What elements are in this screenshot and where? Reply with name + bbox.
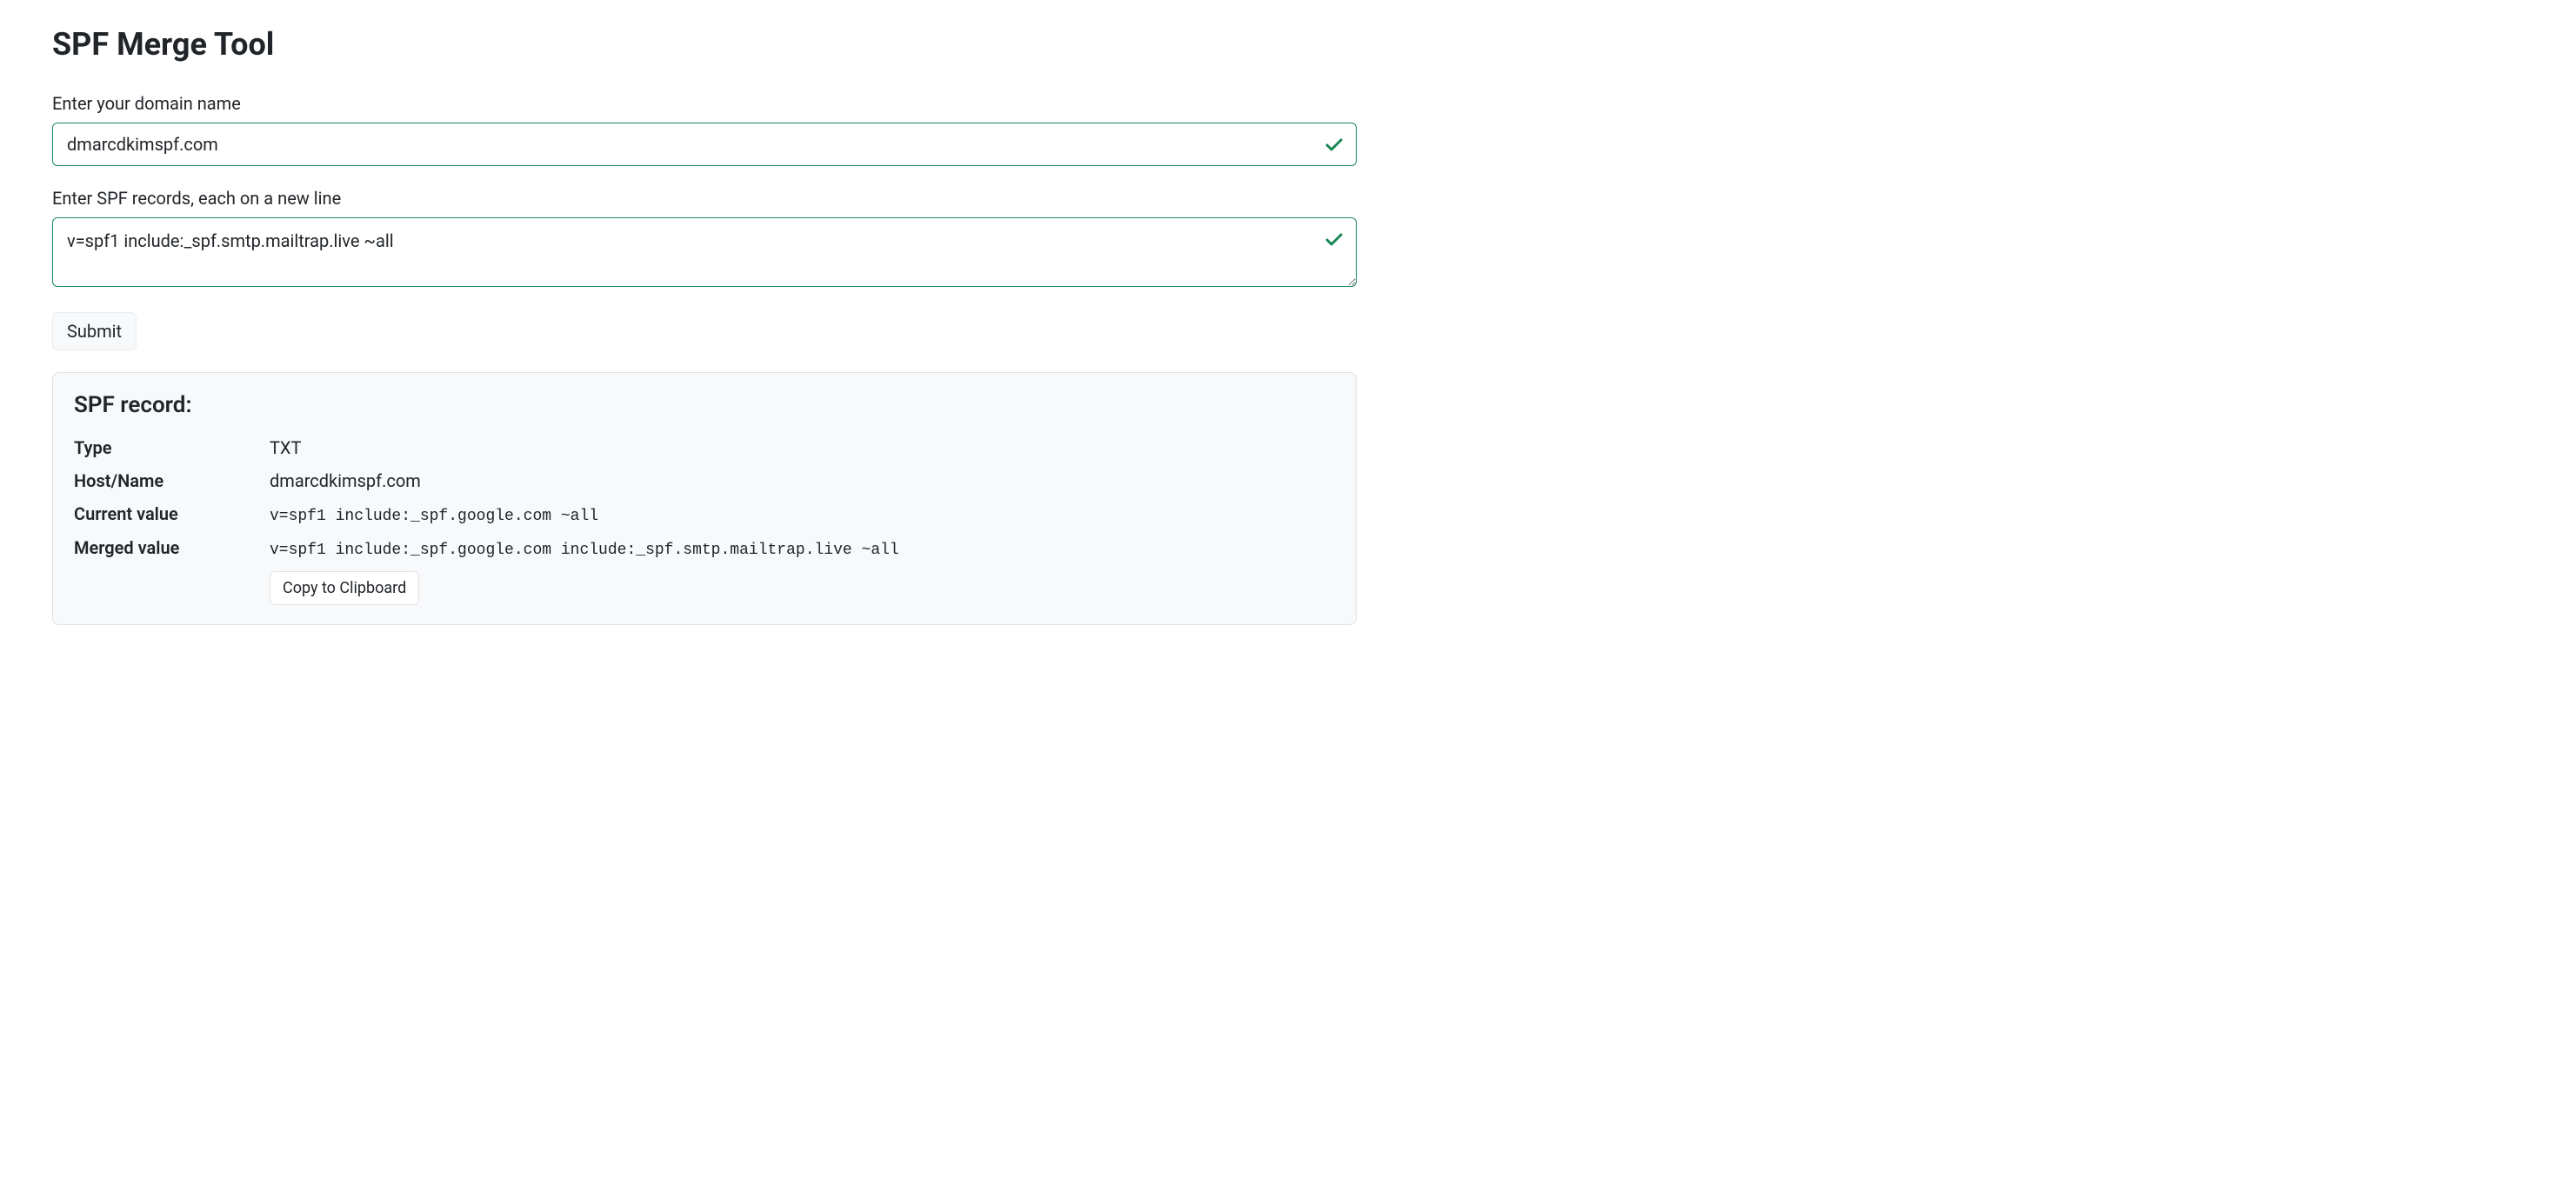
result-card: SPF record: Type TXT Host/Name dmarcdkim… bbox=[52, 372, 1357, 625]
host-row: Host/Name dmarcdkimspf.com bbox=[74, 470, 1335, 491]
domain-input-wrap bbox=[52, 123, 1357, 166]
type-row: Type TXT bbox=[74, 437, 1335, 458]
current-value: v=spf1 include:_spf.google.com ~all bbox=[270, 508, 598, 525]
merged-label: Merged value bbox=[74, 537, 270, 558]
current-label: Current value bbox=[74, 503, 270, 524]
check-icon bbox=[1324, 230, 1345, 250]
submit-button[interactable]: Submit bbox=[52, 312, 137, 350]
page-title: SPF Merge Tool bbox=[52, 26, 1357, 63]
copy-button[interactable]: Copy to Clipboard bbox=[270, 571, 419, 605]
records-textarea[interactable] bbox=[52, 217, 1357, 287]
domain-group: Enter your domain name bbox=[52, 93, 1357, 166]
host-label: Host/Name bbox=[74, 470, 270, 491]
copy-row: Copy to Clipboard bbox=[270, 571, 1335, 605]
domain-label: Enter your domain name bbox=[52, 93, 1357, 114]
type-label: Type bbox=[74, 437, 270, 458]
domain-input[interactable] bbox=[52, 123, 1357, 166]
current-row: Current value v=spf1 include:_spf.google… bbox=[74, 503, 1335, 525]
host-value: dmarcdkimspf.com bbox=[270, 470, 421, 491]
records-group: Enter SPF records, each on a new line bbox=[52, 188, 1357, 290]
type-value: TXT bbox=[270, 437, 301, 458]
result-heading: SPF record: bbox=[74, 392, 1335, 418]
merged-value: v=spf1 include:_spf.google.com include:_… bbox=[270, 542, 899, 559]
records-label: Enter SPF records, each on a new line bbox=[52, 188, 1357, 209]
check-icon bbox=[1324, 135, 1345, 156]
records-input-wrap bbox=[52, 217, 1357, 290]
main-container: SPF Merge Tool Enter your domain name En… bbox=[52, 26, 1357, 625]
merged-row: Merged value v=spf1 include:_spf.google.… bbox=[74, 537, 1335, 559]
